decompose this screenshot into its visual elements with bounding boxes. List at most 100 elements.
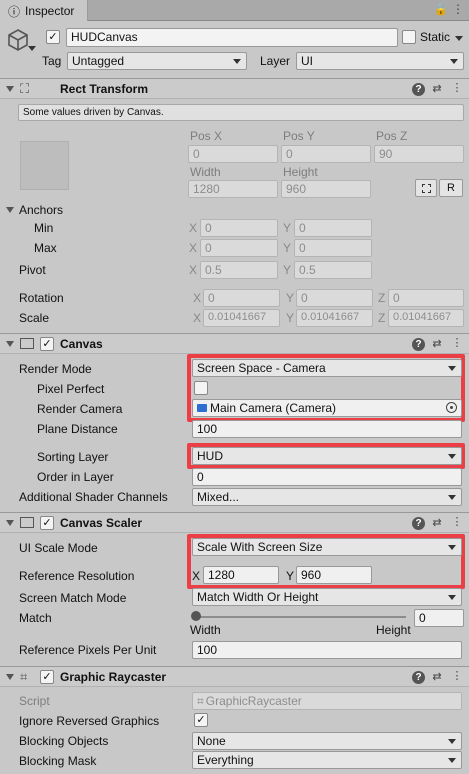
canvas-enabled-checkbox[interactable]: ✓ bbox=[40, 337, 54, 351]
chevron-down-icon bbox=[448, 454, 456, 459]
chevron-down-icon bbox=[448, 545, 456, 550]
blocking-mask-value: Everything bbox=[197, 753, 254, 767]
ref-pixels-per-unit-label: Reference Pixels Per Unit bbox=[19, 643, 157, 657]
graphic-raycaster-enabled-checkbox[interactable]: ✓ bbox=[40, 670, 54, 684]
raw-edit-button[interactable]: R bbox=[439, 179, 463, 197]
lock-icon[interactable]: 🔒 bbox=[434, 3, 448, 16]
sorting-layer-value: HUD bbox=[197, 449, 223, 463]
width-field[interactable]: 1280 bbox=[188, 180, 278, 198]
gameobject-cube-icon bbox=[6, 28, 30, 52]
anchor-min-y-field[interactable]: 0 bbox=[294, 219, 372, 237]
width-label: Width bbox=[190, 165, 221, 179]
order-in-layer-field[interactable]: 0 bbox=[192, 468, 462, 486]
height-field[interactable]: 960 bbox=[281, 180, 371, 198]
anchor-max-y-field[interactable]: 0 bbox=[294, 239, 372, 257]
rotation-y-field[interactable]: 0 bbox=[296, 289, 373, 307]
pos-z-field[interactable]: 90 bbox=[374, 145, 464, 163]
ref-pixels-per-unit-field[interactable]: 100 bbox=[192, 641, 462, 659]
static-checkbox[interactable] bbox=[402, 30, 416, 44]
canvas-scaler-header[interactable]: ✓ Canvas Scaler ? ⇄ ⋮ bbox=[0, 512, 469, 533]
match-slider-thumb[interactable] bbox=[191, 611, 201, 621]
icon-dropdown-arrow[interactable] bbox=[28, 46, 36, 51]
rect-transform-title: Rect Transform bbox=[60, 82, 149, 96]
fold-arrow-icon[interactable] bbox=[6, 520, 14, 526]
more-menu-icon[interactable]: ⋮ bbox=[452, 2, 464, 16]
scale-z-field[interactable]: 0.01041667 bbox=[388, 309, 464, 327]
pos-x-field[interactable]: 0 bbox=[188, 145, 278, 163]
script-field[interactable]: ⌗ GraphicRaycaster bbox=[192, 692, 462, 710]
chevron-down-icon bbox=[448, 739, 456, 744]
presets-icon[interactable]: ⇄ bbox=[430, 516, 444, 530]
presets-icon[interactable]: ⇄ bbox=[430, 670, 444, 684]
tag-value: Untagged bbox=[72, 54, 125, 68]
render-camera-label: Render Camera bbox=[37, 402, 123, 416]
canvas-icon bbox=[20, 338, 34, 349]
graphic-raycaster-header[interactable]: ⌗ ✓ Graphic Raycaster ? ⇄ ⋮ bbox=[0, 666, 469, 687]
context-menu-icon[interactable]: ⋮ bbox=[450, 336, 464, 350]
fold-arrow-icon[interactable] bbox=[6, 341, 14, 347]
layer-dropdown[interactable]: UI bbox=[296, 52, 464, 70]
plane-distance-field[interactable]: 100 bbox=[192, 420, 462, 438]
active-checkbox[interactable]: ✓ bbox=[46, 30, 60, 44]
pivot-x-field[interactable]: 0.5 bbox=[200, 261, 278, 279]
object-picker-icon[interactable] bbox=[446, 402, 457, 413]
fold-arrow-icon[interactable] bbox=[6, 86, 14, 92]
pixel-perfect-checkbox[interactable] bbox=[194, 381, 208, 395]
blocking-objects-dropdown[interactable]: None bbox=[192, 732, 462, 750]
fold-arrow-icon[interactable] bbox=[6, 674, 14, 680]
render-camera-field[interactable]: Main Camera (Camera) bbox=[192, 399, 462, 417]
scale-x-axis-label: X bbox=[193, 311, 202, 325]
screen-match-mode-dropdown[interactable]: Match Width Or Height bbox=[192, 588, 462, 606]
help-icon[interactable]: ? bbox=[412, 83, 425, 96]
object-name-input[interactable]: HUDCanvas bbox=[66, 28, 398, 47]
pivot-y-field[interactable]: 0.5 bbox=[294, 261, 372, 279]
reference-resolution-label: Reference Resolution bbox=[19, 569, 135, 583]
ui-scale-mode-dropdown[interactable]: Scale With Screen Size bbox=[192, 538, 462, 556]
rot-x-axis-label: X bbox=[193, 291, 202, 305]
anchor-presets-button[interactable] bbox=[20, 141, 69, 190]
match-value-field[interactable]: 0 bbox=[414, 609, 464, 627]
reference-resolution-x-field[interactable]: 1280 bbox=[203, 566, 279, 584]
scale-x-field[interactable]: 0.01041667 bbox=[203, 309, 280, 327]
reference-resolution-y-field[interactable]: 960 bbox=[296, 566, 372, 584]
anchors-fold-icon[interactable] bbox=[6, 207, 14, 213]
pos-x-label: Pos X bbox=[190, 129, 223, 143]
canvas-header[interactable]: ✓ Canvas ? ⇄ ⋮ bbox=[0, 333, 469, 354]
blocking-objects-value: None bbox=[197, 734, 226, 748]
anchor-min-x-field[interactable]: 0 bbox=[200, 219, 278, 237]
anchor-max-x-field[interactable]: 0 bbox=[200, 239, 278, 257]
static-dropdown-arrow[interactable] bbox=[455, 36, 463, 41]
rect-transform-header[interactable]: ⛶ Rect Transform ? ⇄ ⋮ bbox=[0, 78, 469, 99]
rot-y-axis-label: Y bbox=[286, 291, 295, 305]
inspector-icon: ⓘ bbox=[8, 5, 21, 19]
static-label: Static bbox=[420, 30, 451, 44]
presets-icon[interactable]: ⇄ bbox=[430, 337, 444, 351]
blueprint-mode-button[interactable] bbox=[415, 179, 437, 197]
plane-distance-label: Plane Distance bbox=[37, 422, 118, 436]
max-x-axis-label: X bbox=[189, 241, 198, 255]
script-icon: ⌗ bbox=[197, 694, 204, 708]
rotation-x-field[interactable]: 0 bbox=[203, 289, 280, 307]
blocking-mask-label: Blocking Mask bbox=[19, 754, 97, 768]
sorting-layer-dropdown[interactable]: HUD bbox=[192, 447, 462, 465]
match-slider-track[interactable] bbox=[196, 616, 406, 618]
rotation-z-field[interactable]: 0 bbox=[388, 289, 464, 307]
ignore-reversed-checkbox[interactable]: ✓ bbox=[194, 713, 208, 727]
help-icon[interactable]: ? bbox=[412, 517, 425, 530]
canvas-scaler-enabled-checkbox[interactable]: ✓ bbox=[40, 516, 54, 530]
help-icon[interactable]: ? bbox=[412, 671, 425, 684]
presets-icon[interactable]: ⇄ bbox=[430, 82, 444, 96]
context-menu-icon[interactable]: ⋮ bbox=[450, 669, 464, 683]
context-menu-icon[interactable]: ⋮ bbox=[450, 515, 464, 529]
render-mode-dropdown[interactable]: Screen Space - Camera bbox=[192, 359, 462, 377]
shader-channels-dropdown[interactable]: Mixed... bbox=[192, 488, 462, 506]
help-icon[interactable]: ? bbox=[412, 338, 425, 351]
chevron-down-icon bbox=[448, 595, 456, 600]
pos-y-field[interactable]: 0 bbox=[281, 145, 371, 163]
context-menu-icon[interactable]: ⋮ bbox=[450, 81, 464, 95]
anchors-max-label: Max bbox=[34, 241, 57, 255]
blocking-mask-dropdown[interactable]: Everything bbox=[192, 751, 462, 769]
tab-inspector[interactable]: ⓘ Inspector bbox=[0, 0, 88, 21]
tag-dropdown[interactable]: Untagged bbox=[67, 52, 247, 70]
scale-y-field[interactable]: 0.01041667 bbox=[296, 309, 373, 327]
